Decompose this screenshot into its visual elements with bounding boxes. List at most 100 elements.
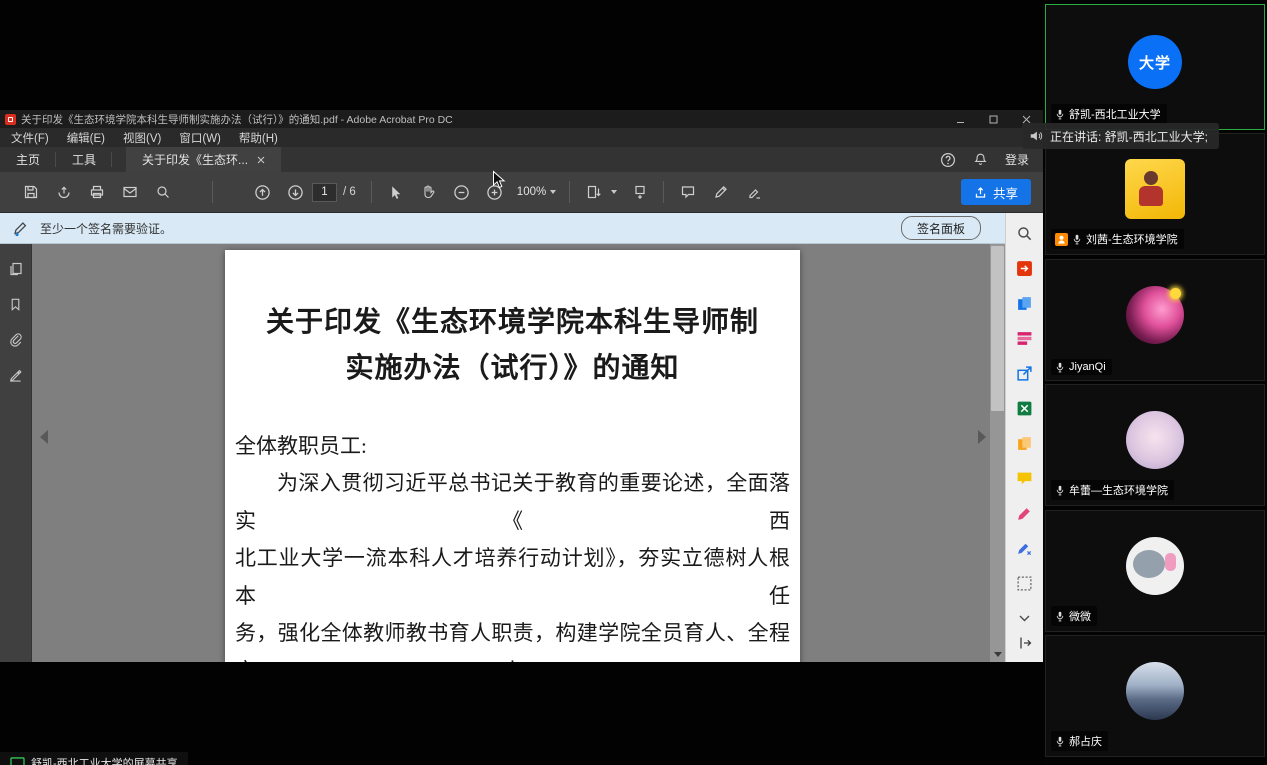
highlight-tool-button[interactable] [737,178,770,207]
avatar [1126,286,1184,344]
print-button[interactable] [80,178,113,207]
previous-page-hover-arrow-icon[interactable] [40,430,48,444]
combine-files-icon [1016,435,1033,452]
minimize-button[interactable] [944,110,977,128]
menu-edit[interactable]: 编辑(E) [58,128,114,147]
zoom-out-button[interactable] [445,178,478,207]
avatar [1126,537,1184,595]
microphone-icon [1055,485,1065,496]
participant-tile[interactable]: 牟蕾—生态环境学院 [1045,384,1265,506]
share-file-button[interactable] [47,178,80,207]
previous-page-button[interactable] [246,178,279,207]
find-button[interactable] [146,178,179,207]
microphone-icon [1055,611,1065,622]
share-button[interactable]: 共享 [961,179,1031,205]
page-number-input[interactable] [312,183,337,202]
save-button[interactable] [14,178,47,207]
signature-notice-text: 至少一个签名需要验证。 [40,220,172,237]
page-display-caret-icon[interactable] [611,190,617,194]
notifications-bell-icon[interactable] [973,152,988,167]
menu-file[interactable]: 文件(F) [2,128,58,147]
page-thumbnails-button[interactable] [8,261,24,277]
signature-panel-button[interactable]: 签名面板 [901,216,981,240]
scroll-down-button[interactable] [990,647,1005,662]
minus-circle-icon [453,184,470,201]
speaking-banner: 正在讲话: 舒凯-西北工业大学; [1022,123,1219,149]
export-pdf-tool-button[interactable] [1013,257,1037,279]
cursor-icon [388,185,403,200]
create-pdf-tool-button[interactable] [1013,292,1037,314]
scrollbar-thumb[interactable] [991,246,1004,411]
right-tools-rail [1005,213,1043,662]
participant-name: 牟蕾—生态环境学院 [1069,482,1168,498]
select-tool-button[interactable] [379,178,412,207]
zoom-dropdown-caret-icon[interactable] [550,190,556,194]
spreadsheet-tool-button[interactable] [1013,397,1037,419]
document-body-line: 务，强化全体教师教书育人职责，构建学院全员育人、全程育人、 [235,615,790,662]
presenter-badge-icon [1055,233,1068,246]
fill-sign-tool-button[interactable] [1013,502,1037,524]
participant-tile-speaking[interactable]: 大学 舒凯-西北工业大学 [1045,4,1265,130]
collapse-panel-button[interactable] [1013,632,1037,654]
tab-home[interactable]: 主页 [0,147,56,172]
export-tool-button[interactable] [1013,362,1037,384]
more-tools-chevron[interactable] [1013,607,1037,629]
combine-files-tool-button[interactable] [1013,432,1037,454]
participant-name-bar: 舒凯-西北工业大学 [1051,104,1167,124]
document-salutation: 全体教职员工: [235,428,790,465]
microphone-icon [1072,234,1082,245]
menu-help[interactable]: 帮助(H) [230,128,287,147]
zoom-level-value[interactable]: 100% [517,186,546,198]
participant-tile[interactable]: 郝占庆 [1045,635,1265,757]
create-pdf-icon [1016,295,1033,312]
microphone-icon [1055,736,1065,747]
participant-name-bar: 刘茜-生态环境学院 [1051,229,1184,249]
avatar [1126,411,1184,469]
avatar: 大学 [1128,35,1182,89]
hand-tool-button[interactable] [412,178,445,207]
next-page-button[interactable] [279,178,312,207]
email-button[interactable] [113,178,146,207]
document-body-line: 北工业大学一流本科人才培养行动计划》，夯实立德树人根本任 [235,540,790,615]
attachments-button[interactable] [8,332,23,347]
help-icon[interactable] [940,152,956,168]
signature-pen-icon [12,219,30,237]
tab-document[interactable]: 关于印发《生态环... [126,147,281,172]
signatures-panel-button[interactable] [8,367,23,382]
signature-icon [8,367,23,382]
pencil-tool-button[interactable] [704,178,737,207]
chevron-down-icon [994,652,1002,657]
participant-tile[interactable]: 刘茜-生态环境学院 [1045,133,1265,255]
bookmarks-button[interactable] [8,297,23,312]
hand-icon [420,184,436,200]
vertical-scrollbar[interactable] [990,244,1005,662]
more-tools-button[interactable] [1013,572,1037,594]
organize-pages-tool-button[interactable] [1013,327,1037,349]
scroll-mode-button[interactable] [623,178,656,207]
title-bar: 关于印发《生态环境学院本科生导师制实施办法（试行）》的通知.pdf - Adob… [0,110,1043,128]
next-page-hover-arrow-icon[interactable] [978,430,986,444]
tabbar-right: 登录 [940,147,1043,172]
search-tool-button[interactable] [1013,222,1037,244]
document-body-line: 为深入贯彻习近平总书记关于教育的重要论述，全面落实《西 [235,465,790,540]
comment-button[interactable] [671,178,704,207]
comment-tool-button[interactable] [1013,467,1037,489]
participant-tile[interactable]: 微微 [1045,510,1265,632]
tab-close-icon[interactable] [257,156,265,164]
certificate-pen-icon [1016,540,1033,557]
fill-sign-icon [1016,505,1033,522]
menu-view[interactable]: 视图(V) [114,128,170,147]
page-total-label: / 6 [343,186,356,198]
arrow-up-circle-icon [254,184,271,201]
document-area[interactable]: 关于印发《生态环境学院本科生导师制 实施办法（试行）》的通知 全体教职员工: 为… [32,244,1005,662]
tab-bar: 主页 工具 关于印发《生态环... 登录 [0,147,1043,172]
pdf-page: 关于印发《生态环境学院本科生导师制 实施办法（试行）》的通知 全体教职员工: 为… [225,250,800,662]
tab-tools[interactable]: 工具 [56,147,112,172]
sign-in-link[interactable]: 登录 [1005,151,1029,168]
maximize-button[interactable] [977,110,1010,128]
document-title-line1: 关于印发《生态环境学院本科生导师制 [225,300,800,346]
menu-window[interactable]: 窗口(W) [170,128,230,147]
participant-tile[interactable]: JiyanQi [1045,259,1265,381]
certificates-tool-button[interactable] [1013,537,1037,559]
page-display-button[interactable] [577,178,610,207]
